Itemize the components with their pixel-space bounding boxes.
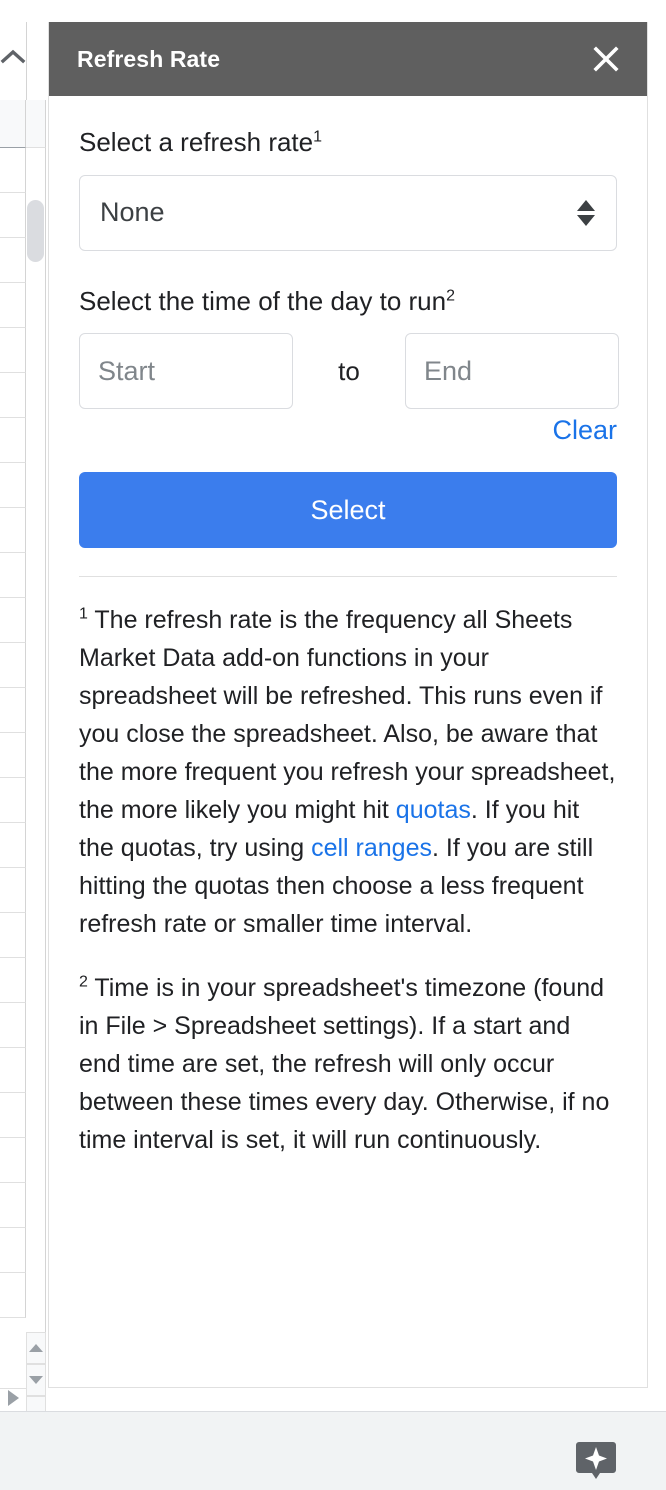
spreadsheet-cell[interactable] <box>0 283 26 328</box>
spreadsheet-cell[interactable] <box>0 328 26 373</box>
refresh-rate-dialog: Refresh Rate Select a refresh rate1 None… <box>48 22 648 1388</box>
time-range-row: to <box>79 333 619 409</box>
spreadsheet-cell[interactable] <box>0 148 26 193</box>
spreadsheet-cell[interactable] <box>0 100 26 148</box>
spreadsheet-cell[interactable] <box>0 1183 26 1228</box>
time-range-separator: to <box>338 355 360 386</box>
spreadsheet-right-margin <box>648 0 666 1412</box>
spreadsheet-cell[interactable] <box>0 373 26 418</box>
spreadsheet-cell[interactable] <box>0 1138 26 1183</box>
dialog-body: Select a refresh rate1 None Select the t… <box>49 96 647 1159</box>
refresh-rate-label-text: Select a refresh rate <box>79 127 314 157</box>
spreadsheet-cell[interactable] <box>0 193 26 238</box>
spreadsheet-cell[interactable] <box>0 868 26 913</box>
footnote-2-text: Time is in your spreadsheet's timezone (… <box>79 974 610 1154</box>
end-time-input[interactable] <box>405 333 619 409</box>
spreadsheet-cell[interactable] <box>0 688 26 733</box>
spreadsheet-cell[interactable] <box>0 1048 26 1093</box>
spreadsheet-cell[interactable] <box>0 1228 26 1273</box>
triangle-down-icon <box>29 1376 43 1384</box>
spreadsheet-corner-cell[interactable] <box>26 1396 46 1412</box>
refresh-rate-select-wrapper: None <box>79 174 617 251</box>
sparkle-badge-icon[interactable] <box>574 1438 618 1482</box>
spreadsheet-cell[interactable] <box>0 553 26 598</box>
refresh-rate-selected-value: None <box>100 197 165 227</box>
spreadsheet-cell[interactable] <box>0 778 26 823</box>
clear-link[interactable]: Clear <box>552 415 617 445</box>
spreadsheet-cell[interactable] <box>0 1273 26 1318</box>
spreadsheet-cell[interactable] <box>0 418 26 463</box>
start-time-input[interactable] <box>79 333 293 409</box>
spreadsheet-cell[interactable] <box>26 100 46 148</box>
dialog-title: Refresh Rate <box>77 45 221 72</box>
scroll-down-button[interactable] <box>26 1364 46 1396</box>
spreadsheet-row-divider <box>0 1388 26 1389</box>
spreadsheet-cell[interactable] <box>0 733 26 778</box>
footer-bar <box>0 1412 666 1490</box>
scroll-up-button[interactable] <box>26 1332 46 1364</box>
time-of-day-label: Select the time of the day to run2 <box>79 285 617 318</box>
spreadsheet-cell[interactable] <box>0 958 26 1003</box>
clear-row: Clear <box>79 415 617 446</box>
spreadsheet-cell[interactable] <box>0 823 26 868</box>
quotas-link[interactable]: quotas <box>396 796 471 824</box>
divider <box>79 576 617 577</box>
close-icon[interactable] <box>589 42 623 76</box>
vertical-scrollbar-thumb[interactable] <box>27 200 44 262</box>
refresh-rate-select[interactable]: None <box>79 174 617 251</box>
spreadsheet-cell[interactable] <box>0 913 26 958</box>
footnote-marker-2: 2 <box>446 286 456 304</box>
refresh-rate-label: Select a refresh rate1 <box>79 126 617 159</box>
footnote-1-part1: The refresh rate is the frequency all Sh… <box>79 606 616 824</box>
cell-ranges-link[interactable]: cell ranges <box>311 834 432 862</box>
vertical-scrollbar[interactable] <box>26 148 45 1308</box>
spreadsheet-cell[interactable] <box>0 463 26 508</box>
triangle-up-icon <box>29 1344 43 1352</box>
spreadsheet-cell[interactable] <box>0 598 26 643</box>
time-of-day-label-text: Select the time of the day to run <box>79 285 447 316</box>
spreadsheet-cell[interactable] <box>0 643 26 688</box>
footnote-1-marker: 1 <box>79 605 88 623</box>
spreadsheet-column-divider <box>45 148 46 1340</box>
spreadsheet-cell[interactable] <box>0 1003 26 1048</box>
dialog-header: Refresh Rate <box>49 22 647 96</box>
spreadsheet-cell[interactable] <box>0 238 26 283</box>
chevron-up-icon[interactable] <box>0 42 26 72</box>
spreadsheet-cell[interactable] <box>0 508 26 553</box>
footnote-marker-1: 1 <box>313 128 323 146</box>
footnote-2-marker: 2 <box>79 973 88 991</box>
footnote-1: 1 The refresh rate is the frequency all … <box>79 601 617 943</box>
footnote-2: 2 Time is in your spreadsheet's timezone… <box>79 969 617 1159</box>
select-button[interactable]: Select <box>79 472 617 548</box>
spreadsheet-cell[interactable] <box>0 1093 26 1138</box>
triangle-right-icon[interactable] <box>8 1390 19 1406</box>
